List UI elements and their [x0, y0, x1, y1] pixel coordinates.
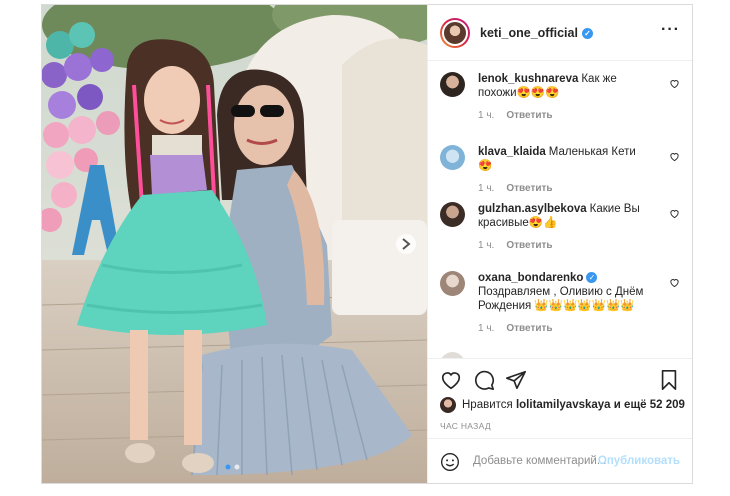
- comments-list: lenok_kushnareva Как же похожи😍😍😍 1 ч. Отв…: [428, 62, 692, 358]
- post-photo[interactable]: [42, 5, 427, 483]
- more-options-icon[interactable]: ···: [661, 22, 680, 38]
- reply-button[interactable]: Ответить: [506, 323, 552, 334]
- save-bookmark-icon[interactable]: [658, 369, 680, 391]
- like-heart-icon[interactable]: [440, 369, 462, 391]
- verified-icon: ✓: [586, 272, 598, 283]
- commenter-avatar[interactable]: [440, 202, 465, 227]
- comment-item: klava_klaida Маленькая Кети😍 1 ч. Ответить: [440, 145, 680, 194]
- like-comment-heart-icon[interactable]: [669, 78, 680, 89]
- liker-avatar[interactable]: [440, 397, 456, 413]
- post-sidebar: keti_one_official ✓ ··· lenok_kushnareva К…: [427, 5, 692, 483]
- likes-count[interactable]: и ещё 52 209: [614, 399, 685, 411]
- comment-item: gulzhan.asylbekova Какие Вы красивые😍👍 1 …: [440, 202, 680, 251]
- comment-text: Поздравляем , Оливию с Днём Рождения 👑👑👑…: [478, 286, 644, 312]
- commenter-avatar[interactable]: [440, 72, 465, 97]
- post-header: keti_one_official ✓ ···: [428, 5, 692, 61]
- photo-illustration: [42, 5, 427, 483]
- commenter-avatar[interactable]: [440, 145, 465, 170]
- emoji-smile-icon[interactable]: [440, 452, 460, 472]
- comment-time[interactable]: 1 ч.: [478, 323, 494, 334]
- like-comment-heart-icon[interactable]: [669, 208, 680, 219]
- instagram-post: keti_one_official ✓ ··· lenok_kushnareva К…: [41, 4, 693, 484]
- comment-username[interactable]: lenok_kushnareva: [478, 73, 578, 85]
- comment-username[interactable]: gulzhan.asylbekova: [478, 203, 587, 215]
- share-paper-plane-icon[interactable]: [505, 369, 527, 391]
- like-comment-heart-icon[interactable]: [669, 151, 680, 162]
- comment-time[interactable]: 1 ч.: [478, 240, 494, 251]
- comment-time[interactable]: 1 ч.: [478, 110, 494, 121]
- likes-summary: Нравится lolitamilyavskaya и ещё 52 209: [440, 397, 685, 413]
- post-timestamp[interactable]: ЧАС НАЗАД: [440, 421, 491, 431]
- commenter-avatar[interactable]: [440, 271, 465, 296]
- comment-input[interactable]: Добавьте комментарий...: [473, 455, 606, 467]
- comment-time[interactable]: 1 ч.: [478, 183, 494, 194]
- reply-button[interactable]: Ответить: [506, 110, 552, 121]
- publish-button[interactable]: Опубликовать: [598, 455, 680, 467]
- comment-bubble-icon[interactable]: [473, 369, 495, 391]
- liker-username[interactable]: lolitamilyavskaya: [516, 399, 611, 411]
- comment-item: lenok_kushnareva Как же похожи😍😍😍 1 ч. Отв…: [440, 72, 680, 121]
- likes-prefix: Нравится: [462, 399, 513, 411]
- reply-button[interactable]: Ответить: [506, 183, 552, 194]
- reply-button[interactable]: Ответить: [506, 240, 552, 251]
- like-comment-heart-icon[interactable]: [669, 277, 680, 288]
- action-bar: [428, 358, 692, 399]
- comment-username[interactable]: klava_klaida: [478, 146, 546, 158]
- verified-icon: ✓: [581, 27, 593, 39]
- comment-username[interactable]: oxana_bondarenko: [478, 272, 583, 284]
- comment-item: oxana_bondarenko ✓ Поздравляем , Оливию с …: [440, 271, 680, 334]
- add-comment-bar: Добавьте комментарий... Опубликовать: [428, 438, 692, 483]
- owner-avatar[interactable]: [440, 17, 470, 48]
- owner-username[interactable]: keti_one_official ✓: [480, 26, 593, 40]
